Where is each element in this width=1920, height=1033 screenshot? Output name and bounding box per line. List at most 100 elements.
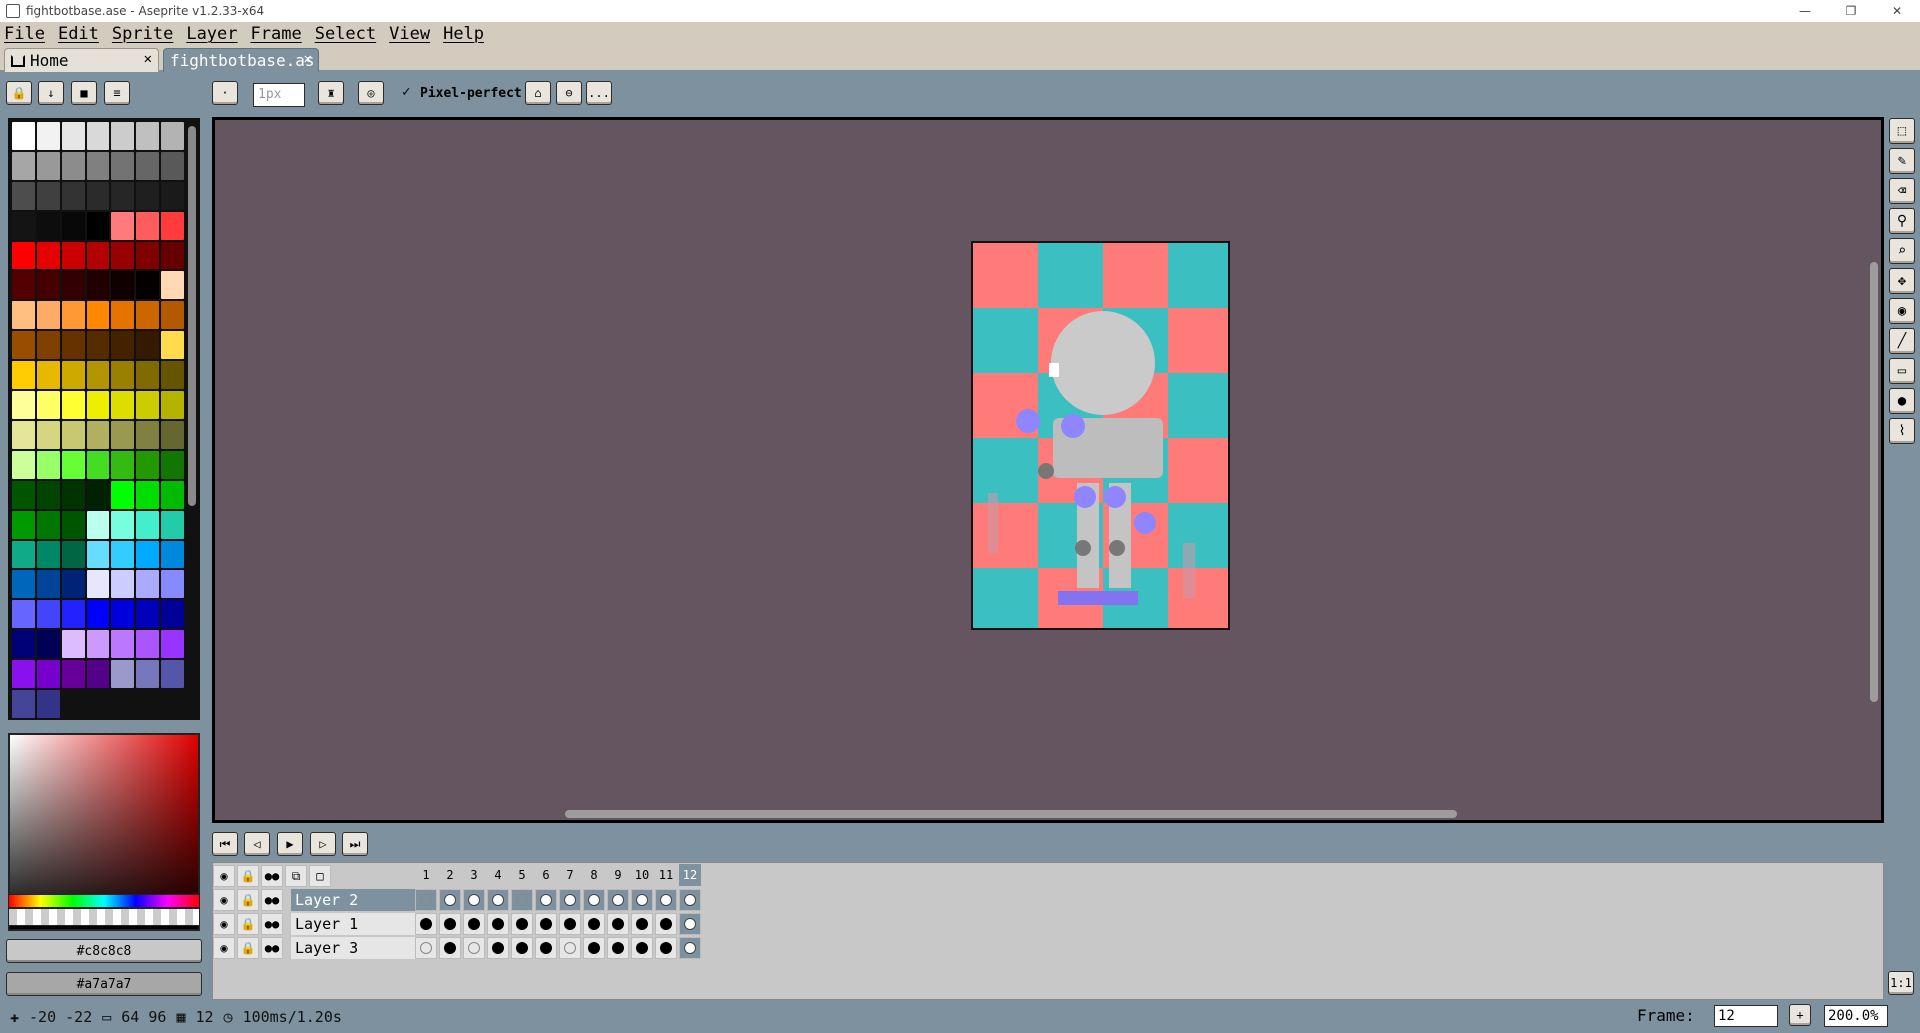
palette-swatch[interactable] xyxy=(111,181,135,210)
cel[interactable] xyxy=(439,937,461,959)
palette-swatch[interactable] xyxy=(86,151,110,180)
palette-swatch[interactable] xyxy=(86,570,110,599)
tab-file-close-icon[interactable]: ✕ xyxy=(304,51,312,67)
cel[interactable] xyxy=(679,913,701,935)
palette-swatch[interactable] xyxy=(86,450,110,479)
cel[interactable] xyxy=(535,913,557,935)
palette-swatch[interactable] xyxy=(136,660,160,689)
move-icon[interactable]: ✥ xyxy=(1889,268,1915,294)
foreground-color-button[interactable]: #c8c8c8 xyxy=(6,939,202,963)
layer-name[interactable]: Layer 2 xyxy=(291,889,423,911)
palette-swatch[interactable] xyxy=(12,301,35,330)
cel[interactable] xyxy=(487,913,509,935)
palette-swatch[interactable] xyxy=(136,570,160,599)
palette-scrollbar[interactable] xyxy=(188,126,196,506)
palette-swatch[interactable] xyxy=(61,122,85,150)
symmetry-icon[interactable]: ⌂ xyxy=(525,81,551,105)
palette-swatch[interactable] xyxy=(36,630,60,659)
cel[interactable] xyxy=(655,937,677,959)
palette-swatch[interactable] xyxy=(61,301,85,330)
palette-swatch[interactable] xyxy=(86,420,110,449)
cel[interactable] xyxy=(607,913,629,935)
frame-number[interactable]: 4 xyxy=(487,864,509,886)
continuous-icon[interactable]: ●● xyxy=(261,937,283,959)
lock-palette-icon[interactable]: 🔒 xyxy=(6,81,32,105)
palette-swatch[interactable] xyxy=(36,480,60,509)
layer-options-icon[interactable]: ⧉ xyxy=(285,865,307,887)
sprite-canvas[interactable] xyxy=(971,241,1230,630)
palette-swatch[interactable] xyxy=(12,391,35,419)
bucket-icon[interactable]: ◉ xyxy=(1889,298,1915,324)
add-frame-icon[interactable]: + xyxy=(1789,1004,1811,1026)
menu-edit[interactable]: Edit xyxy=(58,24,99,44)
eye-icon[interactable]: ◉ xyxy=(213,913,235,935)
palette-swatch[interactable] xyxy=(36,540,60,569)
palette-swatch[interactable] xyxy=(36,241,60,270)
palette-swatch[interactable] xyxy=(161,271,184,300)
opacity-icon[interactable]: ◎ xyxy=(358,81,384,105)
cel[interactable] xyxy=(415,913,437,935)
cel[interactable] xyxy=(511,889,533,911)
eyedropper-icon[interactable]: ⚲ xyxy=(1889,208,1915,234)
palette-swatch[interactable] xyxy=(36,420,60,449)
menu-frame[interactable]: Frame xyxy=(251,24,302,44)
palette-swatch[interactable] xyxy=(86,331,110,360)
palette-swatch[interactable] xyxy=(136,331,160,360)
palette-swatch[interactable] xyxy=(136,600,160,629)
palette-swatch[interactable] xyxy=(161,211,184,240)
palette-swatch[interactable] xyxy=(12,570,35,599)
palette-swatch[interactable] xyxy=(136,510,160,539)
frame-number[interactable]: 2 xyxy=(439,864,461,886)
palette-swatch[interactable] xyxy=(111,660,135,689)
palette-swatch[interactable] xyxy=(111,480,135,509)
palette-swatch[interactable] xyxy=(12,331,35,360)
lock-icon[interactable]: 🔒 xyxy=(237,913,259,935)
cel[interactable] xyxy=(631,937,653,959)
cel[interactable] xyxy=(463,937,485,959)
frame-number[interactable]: 6 xyxy=(535,864,557,886)
layer-row[interactable]: ◉ 🔒 ●● Layer 3 xyxy=(213,936,713,960)
cel[interactable] xyxy=(511,937,533,959)
cel[interactable] xyxy=(607,937,629,959)
palette-swatch[interactable] xyxy=(12,122,35,150)
frame-number[interactable]: 9 xyxy=(607,864,629,886)
palette-swatch[interactable] xyxy=(111,391,135,419)
palette-swatch[interactable] xyxy=(136,540,160,569)
check-icon[interactable]: ✓ xyxy=(402,84,410,100)
palette-swatch[interactable] xyxy=(12,271,35,300)
palette-swatch[interactable] xyxy=(61,660,85,689)
palette-presets-icon[interactable]: ■ xyxy=(71,81,97,105)
palette-swatch[interactable] xyxy=(61,540,85,569)
lock-header-icon[interactable]: 🔒 xyxy=(237,865,259,887)
layer-name[interactable]: Layer 3 xyxy=(291,937,423,959)
palette-swatch[interactable] xyxy=(161,420,184,449)
last-frame-icon[interactable]: ⏭ xyxy=(342,832,368,856)
zoom-icon[interactable]: ⌕ xyxy=(1889,238,1915,264)
previous-frame-icon[interactable]: ◁ xyxy=(244,832,270,856)
palette-swatch[interactable] xyxy=(61,151,85,180)
hue-slider[interactable] xyxy=(8,894,200,908)
palette-swatch[interactable] xyxy=(161,301,184,330)
frame-number[interactable]: 3 xyxy=(463,864,485,886)
frame-number[interactable]: 7 xyxy=(559,864,581,886)
palette-swatch[interactable] xyxy=(61,600,85,629)
palette-swatch[interactable] xyxy=(136,480,160,509)
cel[interactable] xyxy=(583,937,605,959)
continuous-icon[interactable]: ●● xyxy=(261,889,283,911)
cel[interactable] xyxy=(583,889,605,911)
palette-swatch[interactable] xyxy=(136,301,160,330)
palette-swatch[interactable] xyxy=(86,122,110,150)
palette-swatch[interactable] xyxy=(136,241,160,270)
palette-swatch[interactable] xyxy=(61,510,85,539)
palette-swatch[interactable] xyxy=(36,510,60,539)
cel[interactable] xyxy=(415,937,437,959)
frame-number[interactable]: 10 xyxy=(631,864,653,886)
palette-swatch[interactable] xyxy=(161,450,184,479)
restore-button[interactable]: ❐ xyxy=(1828,0,1874,22)
menu-view[interactable]: View xyxy=(389,24,430,44)
menu-sprite[interactable]: Sprite xyxy=(112,24,173,44)
cel[interactable] xyxy=(487,889,509,911)
layer-row[interactable]: ◉ 🔒 ●● Layer 1 xyxy=(213,912,713,936)
frame-input[interactable]: 12 xyxy=(1714,1005,1778,1027)
palette-swatch[interactable] xyxy=(161,361,184,390)
